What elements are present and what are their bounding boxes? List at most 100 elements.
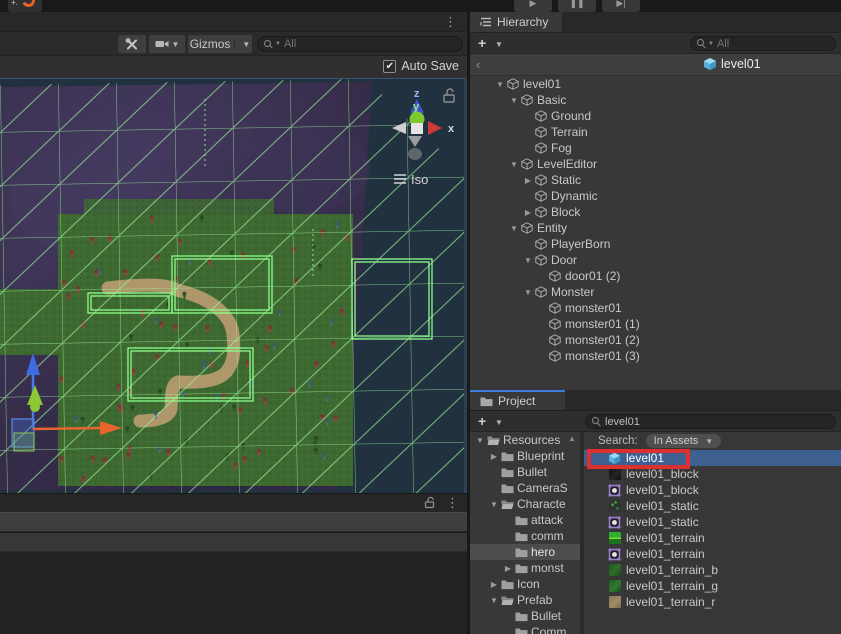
result-item-level01_static[interactable]: level01_static [584,514,841,530]
folder-icon [514,611,528,622]
hierarchy-item-monster01-3-[interactable]: monster01 (3) [470,348,841,364]
result-item-level01_block[interactable]: level01_block [584,482,841,498]
expander-icon[interactable]: ▶ [488,452,500,461]
expander-icon[interactable]: ▼ [474,436,486,445]
cube-icon [534,238,548,250]
expander-icon[interactable]: ▼ [508,224,520,233]
result-item-level01_static[interactable]: level01_static [584,498,841,514]
result-item-level01_terrain[interactable]: level01_terrain [584,546,841,562]
tab-project[interactable]: Project [470,390,565,410]
hierarchy-item-monster01[interactable]: monster01 [470,300,841,316]
folder-icon [500,483,514,494]
expander-icon[interactable]: ▼ [488,596,500,605]
folder-item-resources[interactable]: ▼Resources [470,432,580,448]
expander-icon[interactable]: ▼ [508,160,520,169]
camera-view-button[interactable]: ▼ [149,35,185,53]
hierarchy-item-monster01-1-[interactable]: monster01 (1) [470,316,841,332]
play-button[interactable]: ▶ [514,0,552,12]
folder-item-blueprint[interactable]: ▶Blueprint [470,448,580,464]
scene-kebab-menu-icon[interactable]: ⋮ [444,15,457,28]
expander-icon[interactable]: ▼ [522,256,534,265]
expander-icon[interactable]: ▶ [522,208,534,217]
project-add-caret-icon[interactable]: ▼ [495,418,503,427]
hierarchy-item-basic[interactable]: ▼ Basic [470,92,841,108]
prefab-cube-icon [608,452,621,465]
project-search-field[interactable] [585,414,836,429]
tools-button[interactable] [118,35,146,53]
expander-icon[interactable]: ▼ [522,288,534,297]
hierarchy-item-terrain[interactable]: Terrain [470,124,841,140]
collab-orange-icon[interactable]: +. [8,0,42,12]
scrollbar-up-icon[interactable]: ▲ [568,434,576,443]
hierarchy-item-playerborn[interactable]: PlayerBorn [470,236,841,252]
step-button[interactable]: ▶| [602,0,640,12]
breadcrumb-prefab-item[interactable]: level01 [703,57,761,71]
search-scope-pill[interactable]: In Assets ▼ [646,434,722,448]
bottom-panel-body [0,552,467,634]
hierarchy-item-block[interactable]: ▶Block [470,204,841,220]
folder-item-prefab[interactable]: ▼Prefab [470,592,580,608]
folder-item-icon[interactable]: ▶Icon [470,576,580,592]
axis-x-label: x [448,123,455,135]
hierarchy-item-door01-2-[interactable]: door01 (2) [470,268,841,284]
result-item-level01_terrain_r[interactable]: level01_terrain_r [584,594,841,610]
result-item-level01[interactable]: level01 [584,450,841,466]
expander-icon[interactable]: ▶ [502,564,514,573]
folder-item-attack[interactable]: attack [470,512,580,528]
hierarchy-item-fog[interactable]: Fog [470,140,841,156]
hierarchy-item-dynamic[interactable]: Dynamic [470,188,841,204]
row-label: Basic [537,93,566,107]
folder-item-bullet[interactable]: Bullet [470,464,580,480]
project-search-input[interactable] [605,416,829,428]
row-label: comm [531,529,564,543]
hierarchy-item-static[interactable]: ▶Static [470,172,841,188]
result-item-level01_block[interactable]: level01_block [584,466,841,482]
auto-save-label: Auto Save [401,59,459,73]
scene-search-input[interactable] [284,38,456,50]
folder-item-comm[interactable]: Comm [470,624,580,634]
expander-icon[interactable]: ▶ [522,176,534,185]
folder-item-cameras[interactable]: CameraS [470,480,580,496]
pause-button[interactable]: ❚❚ [558,0,596,12]
folder-item-characte[interactable]: ▼Characte [470,496,580,512]
breadcrumb-back-icon[interactable]: ‹ [476,57,480,72]
row-label: Terrain [551,125,588,139]
result-item-level01_terrain_g[interactable]: level01_terrain_g [584,578,841,594]
folder-item-bullet[interactable]: Bullet [470,608,580,624]
texture-green-b-icon [608,564,621,577]
hierarchy-item-monster01-2-[interactable]: monster01 (2) [470,332,841,348]
result-item-level01_terrain[interactable]: level01_terrain [584,530,841,546]
project-add-button[interactable]: + [478,415,486,427]
folder-item-hero[interactable]: hero [470,544,580,560]
hierarchy-search-input[interactable] [717,38,829,50]
hierarchy-search-field[interactable]: ▼ [690,36,836,51]
hierarchy-item-entity[interactable]: ▼Entity [470,220,841,236]
breadcrumb-title: level01 [721,57,761,71]
result-item-level01_terrain_b[interactable]: level01_terrain_b [584,562,841,578]
expander-icon[interactable]: ▶ [488,580,500,589]
lock-open-icon [444,89,454,102]
hierarchy-item-door[interactable]: ▼Door [470,252,841,268]
hierarchy-item-level01[interactable]: ▼level01 [470,76,841,92]
auto-save-toggle[interactable]: ✔ Auto Save [383,59,459,73]
bottom-kebab-menu-icon[interactable]: ⋮ [446,496,459,509]
folder-item-comm[interactable]: comm [470,528,580,544]
cube-icon [534,126,548,138]
hierarchy-item-ground[interactable]: Ground [470,108,841,124]
row-label: monster01 (2) [565,333,640,347]
scene-search-field[interactable]: ▼ [257,36,463,52]
scene-viewport[interactable]: z y x Iso [0,78,467,493]
hierarchy-add-caret-icon[interactable]: ▼ [495,40,503,49]
expander-icon[interactable]: ▼ [488,500,500,509]
lock-open-icon[interactable] [423,496,436,509]
tab-hierarchy[interactable]: Hierarchy [470,12,562,32]
folder-item-monst[interactable]: ▶monst [470,560,580,576]
hierarchy-item-leveleditor[interactable]: ▼LevelEditor [470,156,841,172]
expander-icon[interactable]: ▼ [494,80,506,89]
gizmos-button[interactable]: Gizmos ▼ [188,35,252,53]
hierarchy-item-monster[interactable]: ▼Monster [470,284,841,300]
hierarchy-add-button[interactable]: + [478,37,486,49]
texture-tan-icon [608,596,621,609]
expander-icon[interactable]: ▼ [508,96,520,105]
auto-save-checkbox[interactable]: ✔ [383,60,396,73]
